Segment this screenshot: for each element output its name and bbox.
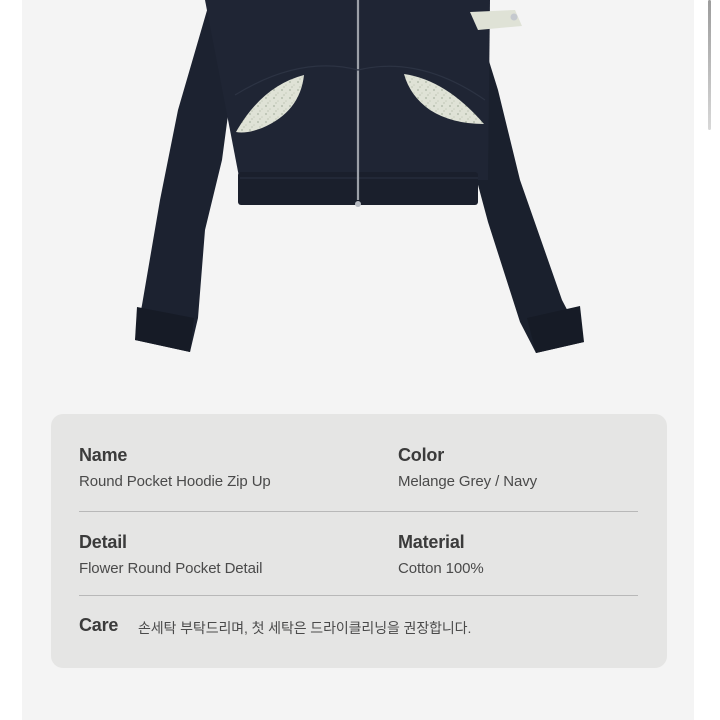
detail-value: Flower Round Pocket Detail [79,560,263,577]
material-label: Material [398,532,465,552]
name-label: Name [79,445,128,465]
color-label: Color [398,445,444,465]
detail-label: Detail [79,532,127,552]
care-value: 손세탁 부탁드리며, 첫 세탁은 드라이클리닝을 권장합니다. [138,620,472,636]
material-value: Cotton 100% [398,560,484,577]
name-value: Round Pocket Hoodie Zip Up [79,473,271,490]
info-divider [79,511,638,512]
care-label: Care [79,615,119,635]
product-info-card: Name Round Pocket Hoodie Zip Up Color Me… [51,414,667,668]
color-value: Melange Grey / Navy [398,473,537,490]
info-divider [79,595,638,596]
hoodie-product-image [135,0,584,353]
